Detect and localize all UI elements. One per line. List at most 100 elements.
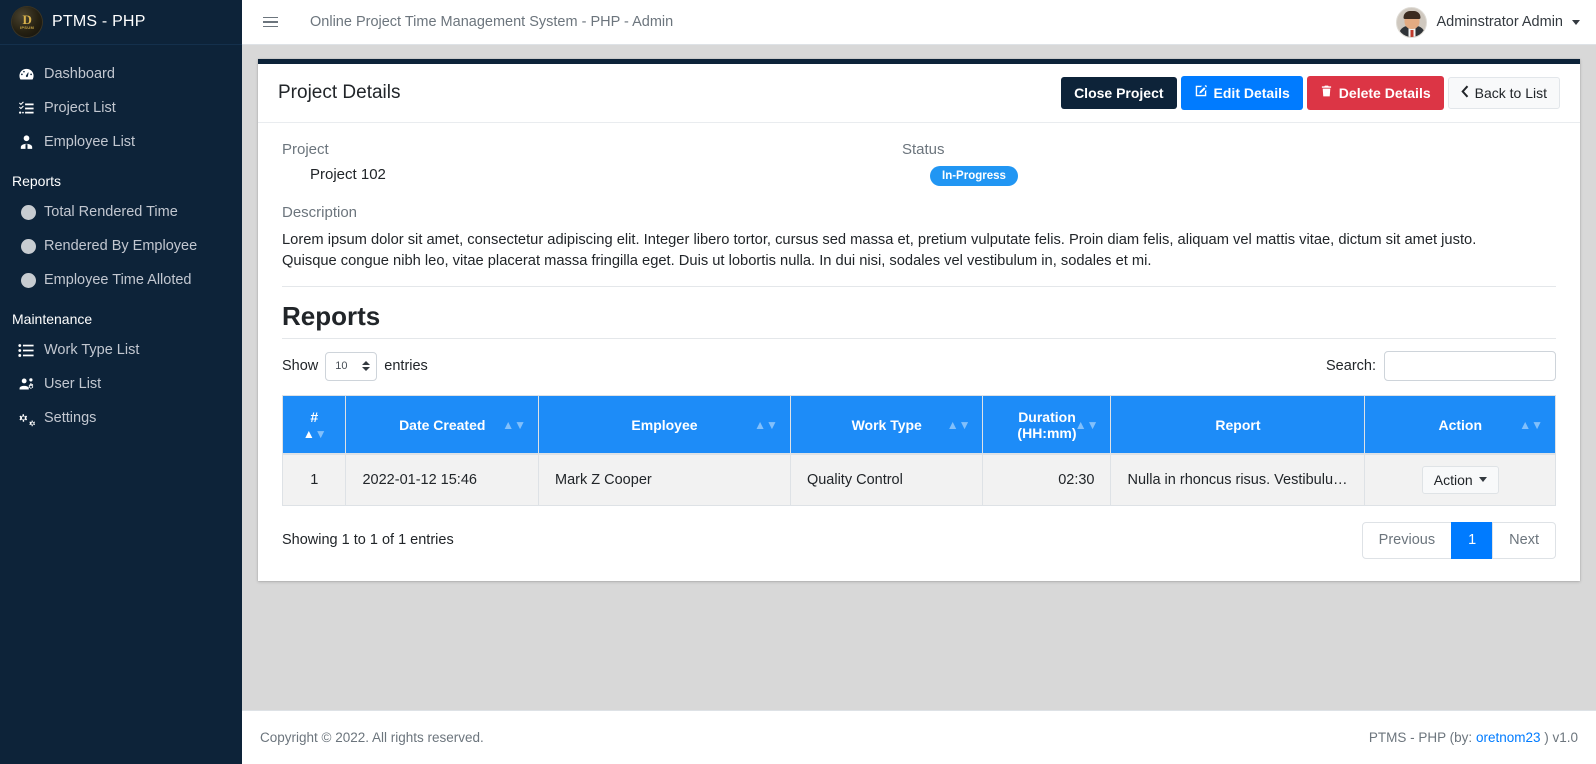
sidebar-nav: Dashboard Project List Employee List xyxy=(0,45,242,435)
project-label: Project xyxy=(282,141,902,158)
user-name: Adminstrator Admin xyxy=(1436,14,1563,30)
close-project-button[interactable]: Close Project xyxy=(1061,77,1176,110)
page-length-select[interactable]: 10 25 50 100 xyxy=(325,352,377,381)
column-header-work-type[interactable]: Work Type ▲▼ xyxy=(790,396,983,454)
pagination-next[interactable]: Next xyxy=(1492,522,1556,559)
logo-glyph: D xyxy=(23,14,32,25)
pagination-page-1[interactable]: 1 xyxy=(1451,522,1493,559)
page-title: Project Details xyxy=(278,82,1061,104)
sidebar-item-dashboard[interactable]: Dashboard xyxy=(0,57,242,91)
sidebar-item-user-list[interactable]: User List xyxy=(0,367,242,401)
sidebar-item-employee-time-alloted[interactable]: Employee Time Alloted xyxy=(0,263,242,297)
table-header-row: #▲▼ Date Created ▲▼ Employee ▲▼ Work Typ… xyxy=(283,396,1556,454)
pagination-previous[interactable]: Previous xyxy=(1362,522,1452,559)
sidebar-item-settings[interactable]: Settings xyxy=(0,401,242,435)
summary-row: Project Project 102 Status In-Progress xyxy=(282,141,1556,186)
sidebar-section-reports: Reports xyxy=(0,159,242,195)
cell-work-type: Quality Control xyxy=(790,454,983,506)
app-title: Online Project Time Management System - … xyxy=(310,14,1396,30)
user-menu[interactable]: Adminstrator Admin xyxy=(1396,7,1580,38)
sidebar-item-rendered-by-employee[interactable]: Rendered By Employee xyxy=(0,229,242,263)
column-header-duration[interactable]: Duration (HH:mm) ▲▼ xyxy=(983,396,1111,454)
list-check-icon xyxy=(18,100,44,117)
length-control: Show 10 25 50 100 entries xyxy=(282,352,1326,381)
sidebar-item-total-rendered-time[interactable]: Total Rendered Time xyxy=(0,195,242,229)
search-input[interactable] xyxy=(1384,351,1556,381)
circle-icon xyxy=(18,239,44,254)
logo-subtext: IPSUM xyxy=(20,25,34,30)
brand-name: PTMS - PHP xyxy=(52,13,146,31)
back-to-list-button[interactable]: Back to List xyxy=(1448,77,1560,110)
sidebar-item-label: Dashboard xyxy=(44,66,115,82)
gears-icon xyxy=(18,410,44,427)
cell-report: Nulla in rhoncus risus. Vestibulu… xyxy=(1111,454,1365,506)
reports-table: #▲▼ Date Created ▲▼ Employee ▲▼ Work Typ… xyxy=(282,395,1556,506)
search-control: Search: xyxy=(1326,351,1556,381)
edit-details-button[interactable]: Edit Details xyxy=(1181,76,1303,110)
sidebar-item-label: Employee Time Alloted xyxy=(44,272,192,288)
sidebar-item-project-list[interactable]: Project List xyxy=(0,91,242,125)
table-row: 1 2022-01-12 15:46 Mark Z Cooper Quality… xyxy=(283,454,1556,506)
description-label: Description xyxy=(282,204,1556,221)
footer-credit: PTMS - PHP (by: oretnom23 ) v1.0 xyxy=(1369,730,1578,745)
cell-date-created: 2022-01-12 15:46 xyxy=(346,454,539,506)
sidebar-item-label: Work Type List xyxy=(44,342,139,358)
project-field: Project Project 102 xyxy=(282,141,902,186)
sort-icon: ▲▼ xyxy=(947,419,971,431)
brand[interactable]: D IPSUM PTMS - PHP xyxy=(0,0,242,45)
sidebar-item-label: User List xyxy=(44,376,101,392)
edit-icon xyxy=(1194,84,1208,102)
chevron-left-icon xyxy=(1461,85,1469,102)
page-footer: Copyright © 2022. All rights reserved. P… xyxy=(242,710,1596,764)
row-action-dropdown-button[interactable]: Action xyxy=(1422,466,1499,494)
footer-credit-prefix: PTMS - PHP (by: xyxy=(1369,730,1476,745)
table-info: Showing 1 to 1 of 1 entries xyxy=(282,532,1362,548)
show-label: Show xyxy=(282,358,318,374)
delete-details-label: Delete Details xyxy=(1339,85,1431,102)
status-field: Status In-Progress xyxy=(902,141,1556,186)
sidebar-item-work-type-list[interactable]: Work Type List xyxy=(0,333,242,367)
app-logo-icon: D IPSUM xyxy=(12,7,42,37)
footer-credit-link[interactable]: oretnom23 xyxy=(1476,730,1541,745)
sidebar-item-label: Settings xyxy=(44,410,96,426)
pagination: Previous 1 Next xyxy=(1362,522,1556,559)
description-text: Lorem ipsum dolor sit amet, consectetur … xyxy=(282,230,1512,273)
project-value: Project 102 xyxy=(282,166,902,183)
sidebar-item-label: Project List xyxy=(44,100,116,116)
cell-duration: 02:30 xyxy=(983,454,1111,506)
status-label: Status xyxy=(902,141,1556,158)
duration-line-2: (HH:mm) xyxy=(1017,425,1076,441)
duration-line-1: Duration xyxy=(1018,409,1076,425)
content-area: Project Details Close Project Edit Detai… xyxy=(242,45,1596,710)
sort-icon: ▲▼ xyxy=(502,419,526,431)
footer-copyright: Copyright © 2022. All rights reserved. xyxy=(260,730,1369,745)
divider xyxy=(282,286,1556,287)
project-details-card: Project Details Close Project Edit Detai… xyxy=(258,59,1580,581)
user-gear-icon xyxy=(18,376,44,393)
sidebar: D IPSUM PTMS - PHP Dashboard Project Lis… xyxy=(0,0,242,764)
sidebar-item-label: Rendered By Employee xyxy=(44,238,197,254)
sidebar-item-employee-list[interactable]: Employee List xyxy=(0,125,242,159)
row-action-label: Action xyxy=(1434,472,1473,488)
delete-details-button[interactable]: Delete Details xyxy=(1307,76,1444,110)
column-header-report[interactable]: Report xyxy=(1111,396,1365,454)
column-header-date-created[interactable]: Date Created ▲▼ xyxy=(346,396,539,454)
card-header: Project Details Close Project Edit Detai… xyxy=(258,64,1580,123)
column-header-employee[interactable]: Employee ▲▼ xyxy=(539,396,791,454)
column-header-number[interactable]: #▲▼ xyxy=(283,396,346,454)
cell-number: 1 xyxy=(283,454,346,506)
hamburger-icon[interactable] xyxy=(256,8,284,36)
table-head: #▲▼ Date Created ▲▼ Employee ▲▼ Work Typ… xyxy=(283,396,1556,454)
datatable-footer: Showing 1 to 1 of 1 entries Previous 1 N… xyxy=(282,522,1556,559)
back-to-list-label: Back to List xyxy=(1475,85,1547,102)
circle-icon xyxy=(18,273,44,288)
column-header-action[interactable]: Action ▲▼ xyxy=(1365,396,1556,454)
sort-icon: ▲▼ xyxy=(1519,419,1543,431)
users-icon xyxy=(18,134,44,151)
sort-icon: ▲▼ xyxy=(754,419,778,431)
avatar xyxy=(1396,7,1427,38)
top-navbar: Online Project Time Management System - … xyxy=(242,0,1596,45)
card-body: Project Project 102 Status In-Progress D… xyxy=(258,123,1580,581)
footer-credit-suffix: ) v1.0 xyxy=(1540,730,1578,745)
reports-heading: Reports xyxy=(282,301,1556,332)
